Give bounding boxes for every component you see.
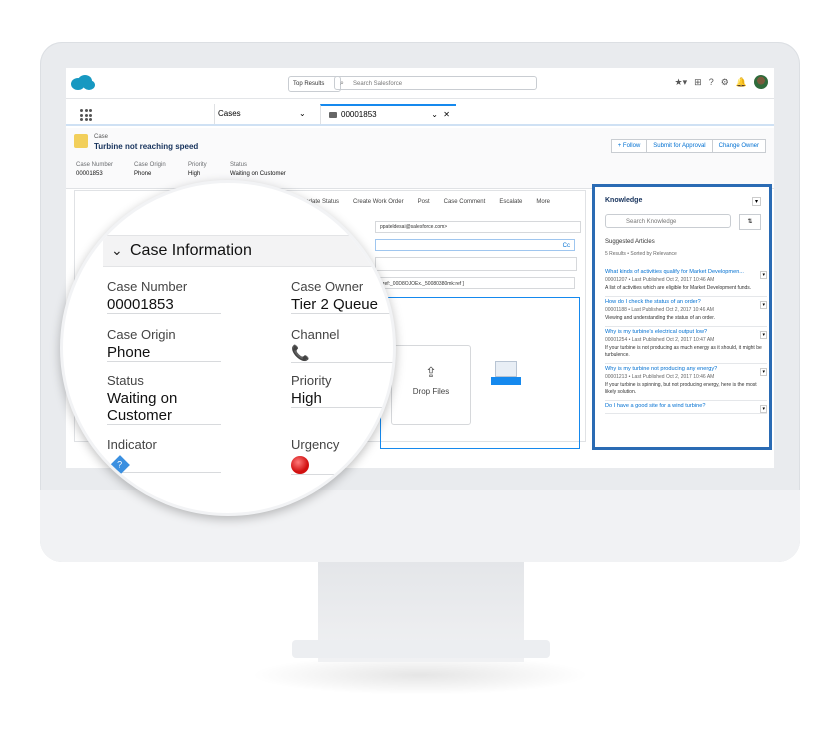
global-search-input[interactable]: ⌕ Search Salesforce — [334, 76, 537, 90]
follow-button[interactable]: + Follow — [610, 139, 648, 153]
highlight-case-number: Case Number 00001853 — [76, 162, 114, 177]
email-body-field[interactable]: [ ref:_00D8OJOEx._50080380mk:ref ] — [375, 277, 575, 289]
field-case-number: Case Number 00001853 — [107, 279, 221, 314]
drop-files-label: Drop Files — [412, 387, 450, 396]
red-dot-icon — [291, 456, 309, 474]
list-item[interactable]: Why is my turbine not producing any ener… — [605, 364, 767, 401]
change-owner-button[interactable]: Change Owner — [711, 139, 766, 153]
record-header: Case Turbine not reaching speed + Follow… — [66, 128, 774, 189]
chevron-down-icon[interactable]: ▾ — [760, 405, 767, 413]
drop-files-button[interactable]: ⇪ Drop Files — [391, 345, 471, 425]
monitor-stand-base — [292, 640, 550, 658]
nav-item-cases[interactable]: Cases — [214, 104, 328, 124]
list-item[interactable]: Why is my turbine's electrical output lo… — [605, 327, 767, 364]
add-icon[interactable]: ⊞ — [694, 77, 702, 88]
highlight-status: Status Waiting on Customer — [230, 162, 286, 177]
submit-approval-button[interactable]: Submit for Approval — [646, 139, 713, 153]
subject-field[interactable] — [375, 257, 577, 271]
article-list: What kinds of activities qualify for Mar… — [605, 267, 767, 414]
action-more[interactable]: More — [536, 199, 550, 205]
chevron-down-icon[interactable]: ⌄ — [111, 242, 123, 259]
search-placeholder: Search Salesforce — [353, 81, 403, 87]
action-post[interactable]: Post — [418, 199, 430, 205]
action-create-work-order[interactable]: Create Work Order — [353, 199, 404, 205]
chevron-down-icon[interactable]: ⌄ — [431, 106, 438, 124]
results-meta: 5 Results • Sorted by Relevance — [605, 251, 677, 257]
close-icon[interactable]: ✕ — [443, 106, 450, 124]
help-icon[interactable]: ? — [709, 77, 714, 87]
knowledge-search-input[interactable]: Search Knowledge — [605, 214, 731, 228]
section-title: Case Information — [130, 242, 252, 259]
diamond-icon: ? — [110, 455, 130, 475]
monitor-chin — [40, 490, 800, 562]
highlights-panel: Case Number 00001853 Case Origin Phone P… — [76, 162, 320, 177]
screenshot-file-icon[interactable] — [495, 361, 517, 377]
upload-icon: ⇪ — [425, 364, 437, 380]
case-object-icon — [74, 134, 88, 148]
setup-icon[interactable]: ⚙ — [721, 77, 729, 88]
action-escalate[interactable]: Escalate — [499, 199, 522, 205]
magnifier-lens: ⌄ Case Information Case Number 00001853 … — [60, 180, 396, 516]
publisher-actions: Update Status Create Work Order Post Cas… — [301, 199, 550, 205]
field-urgency: Urgency — [291, 437, 393, 475]
app-launcher-icon[interactable] — [80, 109, 92, 121]
list-item[interactable]: What kinds of activities qualify for Mar… — [605, 267, 767, 297]
list-item[interactable]: How do I check the status of an order? 0… — [605, 297, 767, 327]
header-actions: + Follow Submit for Approval Change Owne… — [610, 139, 766, 153]
chevron-down-icon[interactable]: ⌄ — [299, 109, 306, 118]
field-case-origin: Case Origin Phone — [107, 327, 221, 362]
chevron-down-icon[interactable]: ▾ — [760, 331, 767, 339]
knowledge-panel: Knowledge ▾ Search Knowledge ⇅ Suggested… — [592, 184, 772, 450]
utility-icons: ★▾ ⊞ ? ⚙ 🔔 — [675, 75, 768, 89]
global-header: Top Results ⌕ Search Salesforce ★▾ ⊞ ? ⚙… — [66, 68, 774, 99]
field-case-owner: Case Owner Tier 2 Queue — [291, 279, 393, 314]
file-name-tag — [491, 377, 521, 385]
object-label: Case — [94, 134, 109, 140]
avatar[interactable] — [754, 75, 768, 89]
sort-icon[interactable]: ⇅ — [739, 214, 761, 230]
field-indicator: Indicator ? — [107, 437, 221, 475]
list-item[interactable]: Do I have a good site for a wind turbine… — [605, 401, 767, 414]
highlight-priority: Priority High — [188, 162, 207, 177]
chevron-down-icon[interactable]: ▾ — [751, 197, 761, 206]
chevron-down-icon[interactable]: ▾ — [760, 271, 767, 279]
record-title: Turbine not reaching speed — [94, 142, 199, 151]
favorites-icon[interactable]: ★▾ — [675, 77, 688, 88]
field-status: Status Waiting on Customer — [107, 373, 221, 425]
highlight-case-origin: Case Origin Phone — [134, 162, 166, 177]
cc-field[interactable]: Cc — [375, 239, 575, 251]
action-case-comment[interactable]: Case Comment — [444, 199, 486, 205]
phone-icon: 📞 — [291, 345, 310, 362]
email-to-field[interactable]: ppateldesai@salesforce.com> — [375, 221, 581, 233]
tab-label: 00001853 — [341, 110, 377, 119]
suggested-articles-label: Suggested Articles — [605, 239, 655, 245]
field-channel: Channel 📞 — [291, 327, 393, 363]
briefcase-icon — [329, 111, 337, 118]
tab-case-record[interactable]: 00001853 ⌄ ✕ — [320, 104, 456, 124]
knowledge-title: Knowledge — [605, 197, 643, 204]
case-information-section-header[interactable]: ⌄ Case Information — [103, 235, 393, 267]
notifications-icon[interactable]: 🔔 — [736, 77, 747, 88]
salesforce-logo-icon[interactable] — [70, 74, 96, 92]
nav-bar: Cases ⌄ 00001853 ⌄ ✕ — [66, 104, 774, 126]
search-icon: ⌕ — [340, 80, 344, 87]
chevron-down-icon[interactable]: ▾ — [760, 368, 767, 376]
chevron-down-icon[interactable]: ▾ — [760, 301, 767, 309]
field-priority: Priority High — [291, 373, 393, 408]
